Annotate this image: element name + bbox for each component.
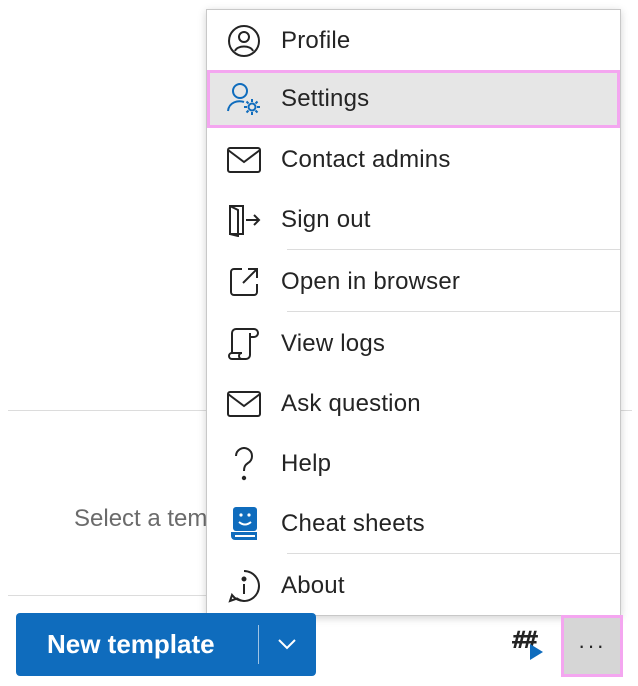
- menu-item-label: Cheat sheets: [281, 510, 425, 537]
- run-hash-button[interactable]: ##: [508, 622, 554, 668]
- chevron-down-icon[interactable]: [272, 629, 302, 659]
- section-divider: [8, 410, 208, 411]
- menu-item-label: Open in browser: [281, 268, 461, 295]
- split-button-divider: [258, 625, 259, 664]
- menu-item-about[interactable]: About: [207, 557, 620, 615]
- play-icon: [530, 644, 543, 660]
- mail-icon: [226, 386, 262, 422]
- scroll-icon: [226, 326, 262, 362]
- menu-item-contact-admins[interactable]: Contact admins: [207, 131, 620, 189]
- info-icon: [226, 568, 262, 604]
- menu-item-label: Ask question: [281, 390, 421, 417]
- overflow-menu: Profile Settings Contact admins Sign out…: [206, 9, 621, 616]
- person-gear-icon: [226, 81, 262, 117]
- menu-item-label: Profile: [281, 27, 351, 54]
- select-template-hint: Select a template: [74, 505, 208, 532]
- menu-item-help[interactable]: Help: [207, 435, 620, 493]
- cheat-sheet-icon: [226, 506, 262, 542]
- person-circle-icon: [226, 23, 262, 59]
- menu-item-label: View logs: [281, 330, 386, 357]
- menu-item-label: Sign out: [281, 206, 371, 233]
- menu-item-settings[interactable]: Settings: [207, 70, 620, 128]
- menu-separator: [287, 249, 620, 250]
- menu-item-ask-question[interactable]: Ask question: [207, 375, 620, 433]
- footer-divider: [8, 595, 208, 596]
- menu-item-label: Contact admins: [281, 146, 451, 173]
- mail-icon: [226, 142, 262, 178]
- more-options-button[interactable]: ···: [561, 615, 623, 677]
- new-template-button[interactable]: New template: [16, 613, 316, 676]
- menu-item-label: About: [281, 572, 345, 599]
- more-icon: ···: [578, 633, 606, 658]
- new-template-label: New template: [47, 629, 215, 659]
- menu-item-view-logs[interactable]: View logs: [207, 315, 620, 373]
- menu-item-profile[interactable]: Profile: [207, 12, 620, 70]
- door-arrow-icon: [226, 202, 262, 238]
- menu-item-label: Settings: [281, 85, 370, 112]
- menu-item-open-in-browser[interactable]: Open in browser: [207, 253, 620, 311]
- menu-item-cheat-sheets[interactable]: Cheat sheets: [207, 495, 620, 553]
- menu-item-sign-out[interactable]: Sign out: [207, 191, 620, 249]
- question-icon: [226, 446, 262, 482]
- menu-separator: [287, 311, 620, 312]
- open-external-icon: [226, 264, 262, 300]
- menu-item-label: Help: [281, 450, 332, 477]
- menu-separator: [287, 553, 620, 554]
